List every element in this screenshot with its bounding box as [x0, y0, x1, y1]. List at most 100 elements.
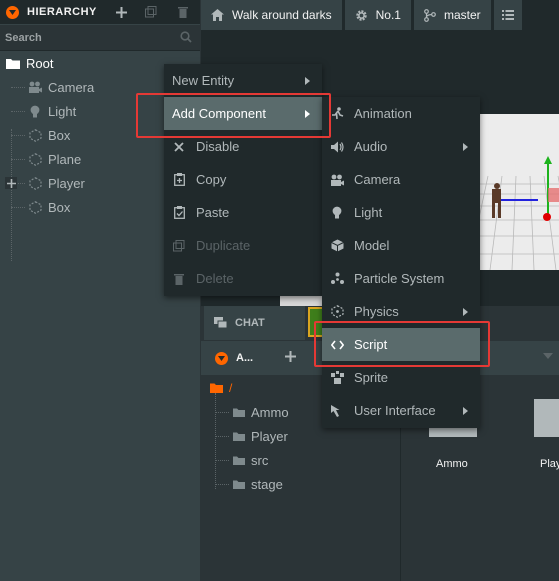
tree-item-label: Player: [48, 175, 85, 191]
menu-item-model[interactable]: Model: [322, 229, 480, 262]
folder-icon: [210, 383, 223, 393]
camera-icon: [330, 173, 344, 187]
tree-root-label: Root: [26, 55, 54, 71]
folder-label: Player: [251, 428, 288, 444]
highlight-box-add-component: [136, 93, 331, 138]
chevron-right-icon: [305, 77, 310, 85]
chat-tab[interactable]: CHAT: [204, 306, 305, 340]
highlight-box-script: [314, 321, 490, 367]
hierarchy-title: HIERARCHY: [27, 6, 97, 18]
folder-icon: [233, 456, 245, 465]
search-input[interactable]: [5, 31, 165, 44]
menu-item-label: User Interface: [354, 403, 436, 418]
menu-item-camera[interactable]: Camera: [322, 163, 480, 196]
tree-item-label: Box: [48, 199, 71, 215]
menu-item-label: Audio: [354, 139, 388, 154]
scene-viewport[interactable]: [478, 114, 559, 270]
collapse-panel-icon[interactable]: [6, 5, 19, 19]
delete-entity-icon[interactable]: [174, 3, 192, 21]
asset-folder-root-label: /: [229, 381, 233, 395]
add-asset-icon[interactable]: [285, 351, 296, 362]
menu-item-audio[interactable]: Audio: [322, 130, 480, 163]
asset-folder-player[interactable]: Player: [215, 424, 288, 448]
menu-item-label: Particle System: [354, 271, 445, 286]
menu-item-paste[interactable]: Paste: [164, 196, 322, 229]
menu-item-label: Animation: [354, 106, 412, 121]
menu-item-label: New Entity: [172, 73, 235, 88]
trash-icon: [172, 272, 186, 286]
menu-item-user-interface[interactable]: User Interface: [322, 394, 480, 427]
menu-item-label: Delete: [196, 271, 234, 286]
search-icon[interactable]: [180, 31, 192, 43]
folder-label: src: [251, 452, 269, 468]
tree-item-label: Camera: [48, 79, 95, 95]
add-component-submenu: Animation Audio Camera Light Model Parti…: [322, 97, 480, 428]
tree-item-label: Light: [48, 103, 77, 119]
menu-item-label: Copy: [196, 172, 227, 187]
chat-label: CHAT: [235, 317, 265, 329]
physics-icon: [330, 305, 344, 319]
menu-item-label: Sprite: [354, 370, 388, 385]
expand-icon[interactable]: [5, 177, 17, 189]
asset-grid-label: Play: [540, 458, 559, 470]
list-icon: [501, 10, 514, 20]
menu-item-label: Paste: [196, 205, 230, 220]
particles-icon: [330, 272, 344, 286]
entity-icon: [28, 128, 42, 142]
branch-button[interactable]: master: [413, 0, 491, 30]
viewport-edge: [280, 296, 322, 306]
entity-icon: [28, 152, 42, 166]
menu-item-label: Light: [354, 205, 383, 220]
animation-icon: [330, 107, 344, 121]
hierarchy-header: HIERARCHY: [0, 0, 200, 24]
paste-icon: [172, 206, 186, 220]
folder-icon: [233, 432, 245, 441]
menu-item-copy[interactable]: Copy: [164, 163, 322, 196]
menu-item-particle-system[interactable]: Particle System: [322, 262, 480, 295]
camera-icon: [28, 80, 42, 94]
project-button[interactable]: Walk around darks: [201, 0, 342, 30]
chat-icon: [214, 317, 227, 329]
settings-label: No.1: [375, 8, 401, 22]
cube-icon: [330, 239, 344, 253]
asset-folder-root[interactable]: /: [210, 381, 232, 395]
gear-icon: [355, 9, 368, 22]
chevron-right-icon: [463, 407, 468, 415]
home-icon: [211, 9, 224, 21]
asset-folder-stage[interactable]: stage: [215, 472, 283, 496]
copy-icon: [172, 173, 186, 187]
audio-icon: [330, 140, 344, 154]
add-entity-icon[interactable]: [112, 3, 130, 21]
menu-item-delete: Delete: [164, 262, 322, 295]
menu-item-label: Camera: [354, 172, 401, 187]
duplicate-entity-icon[interactable]: [142, 3, 160, 21]
tree-item-label: Plane: [48, 151, 82, 167]
menu-item-duplicate: Duplicate: [164, 229, 322, 262]
folder-label: stage: [251, 476, 283, 492]
menu-item-animation[interactable]: Animation: [322, 97, 480, 130]
menu-item-label: Model: [354, 238, 390, 253]
list-button[interactable]: [493, 0, 522, 30]
assets-title: A...: [236, 352, 254, 364]
tree-item-label: Box: [48, 127, 71, 143]
toolbar: Walk around darks No.1 master: [201, 0, 559, 30]
entity-icon: [28, 176, 42, 190]
chevron-right-icon: [463, 143, 468, 151]
settings-button[interactable]: No.1: [344, 0, 411, 30]
asset-thumbnail-folder[interactable]: [534, 399, 559, 437]
menu-item-label: Physics: [354, 304, 399, 319]
menu-item-light[interactable]: Light: [322, 196, 480, 229]
sprite-icon: [330, 371, 344, 385]
branch-icon: [424, 8, 436, 22]
collapse-panel-icon[interactable]: [215, 351, 228, 365]
close-icon: [172, 140, 186, 154]
hierarchy-search: [0, 25, 200, 51]
menu-item-label: Disable: [196, 139, 240, 154]
menu-item-label: Duplicate: [196, 238, 251, 253]
entity-icon: [28, 200, 42, 214]
asset-folder-ammo[interactable]: Ammo: [215, 400, 289, 424]
chevron-down-icon[interactable]: [543, 353, 553, 359]
project-name: Walk around darks: [232, 8, 332, 22]
cursor-icon: [330, 404, 344, 418]
asset-folder-src[interactable]: src: [214, 448, 269, 472]
